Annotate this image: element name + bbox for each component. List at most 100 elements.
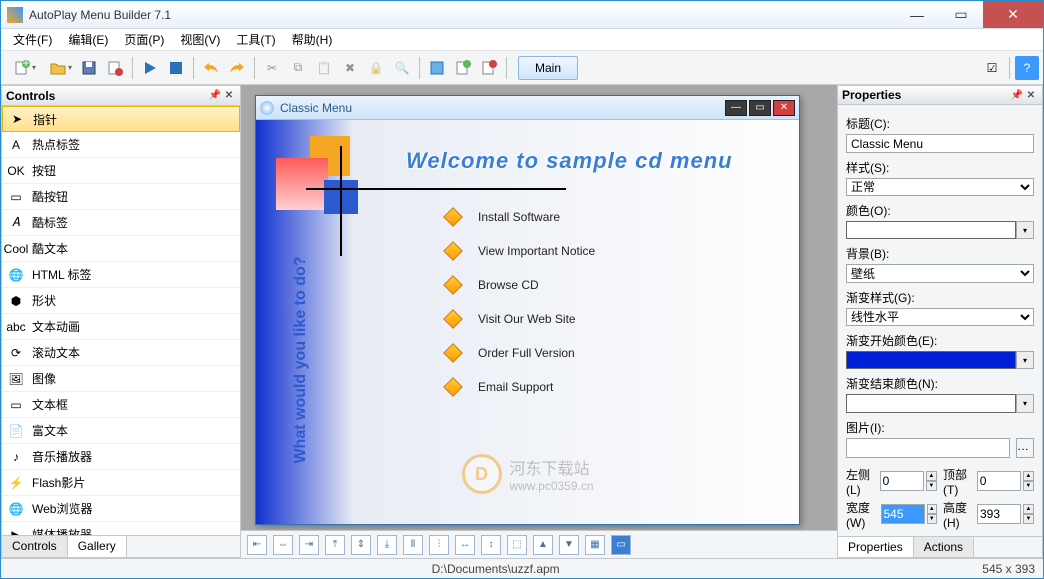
menu-help[interactable]: 帮助(H)	[284, 29, 341, 50]
menu-item-1[interactable]: View Important Notice	[446, 244, 595, 258]
distribute-h-icon[interactable]: ⫴	[403, 535, 423, 555]
canvas-body[interactable]: Welcome to sample cd menu What would you…	[256, 120, 799, 524]
control-item-pointer[interactable]: ➤指针	[2, 106, 240, 132]
spin-width[interactable]: ▲▼	[927, 504, 938, 524]
control-item-textbox[interactable]: ▭文本框	[2, 392, 240, 418]
menu-item-0[interactable]: Install Software	[446, 210, 595, 224]
tab-controls[interactable]: Controls	[2, 536, 68, 557]
save-button[interactable]	[77, 56, 101, 80]
send-back-icon[interactable]: ▼	[559, 535, 579, 555]
align-top-icon[interactable]: ⤒	[325, 535, 345, 555]
close-button[interactable]: ✕	[983, 1, 1043, 28]
pin-icon[interactable]: 📌	[208, 90, 222, 101]
control-item-music[interactable]: ♪音乐播放器	[2, 444, 240, 470]
menu-view[interactable]: 视图(V)	[172, 29, 228, 50]
browse-picture-button[interactable]: …	[1016, 438, 1034, 458]
control-item-richtext[interactable]: 📄富文本	[2, 418, 240, 444]
canvas-window[interactable]: Classic Menu — ▭ ✕ Welcome to sample cd …	[255, 95, 800, 525]
align-right-icon[interactable]: ⇥	[299, 535, 319, 555]
run-button[interactable]	[138, 56, 162, 80]
align-bottom-icon[interactable]: ⤓	[377, 535, 397, 555]
menu-page[interactable]: 页面(P)	[116, 29, 172, 50]
select-background[interactable]: 壁纸	[846, 264, 1034, 282]
menu-item-5[interactable]: Email Support	[446, 380, 595, 394]
control-item-media[interactable]: ▶媒体播放器	[2, 522, 240, 535]
control-item-textanim[interactable]: abc文本动画	[2, 314, 240, 340]
open-button[interactable]	[41, 56, 75, 80]
align-left-icon[interactable]: ⇤	[247, 535, 267, 555]
menu-file[interactable]: 文件(F)	[5, 29, 60, 50]
input-left[interactable]	[880, 471, 924, 491]
canvas-maximize-button[interactable]: ▭	[749, 100, 771, 116]
control-item-button[interactable]: OK按钮	[2, 158, 240, 184]
control-item-shape[interactable]: ⬢形状	[2, 288, 240, 314]
build-button[interactable]	[103, 56, 127, 80]
minimize-button[interactable]: —	[895, 1, 939, 28]
chevron-down-icon[interactable]: ▾	[1016, 351, 1034, 369]
menu-edit[interactable]: 编辑(E)	[60, 29, 116, 50]
page-button[interactable]	[425, 56, 449, 80]
stop-button[interactable]	[164, 56, 188, 80]
control-item-hotlabel[interactable]: A热点标签	[2, 132, 240, 158]
options-button[interactable]: ☑	[980, 56, 1004, 80]
color-picker[interactable]: ▾	[846, 221, 1034, 239]
menu-item-4[interactable]: Order Full Version	[446, 346, 595, 360]
page-tab-main[interactable]: Main	[518, 56, 578, 80]
input-width[interactable]	[881, 504, 925, 524]
redo-button[interactable]	[225, 56, 249, 80]
same-height-icon[interactable]: ↕	[481, 535, 501, 555]
grid-icon[interactable]: ▦	[585, 535, 605, 555]
control-item-flash[interactable]: ⚡Flash影片	[2, 470, 240, 496]
menu-item-3[interactable]: Visit Our Web Site	[446, 312, 595, 326]
design-canvas[interactable]: Classic Menu — ▭ ✕ Welcome to sample cd …	[241, 85, 837, 558]
spin-left[interactable]: ▲▼	[926, 471, 937, 491]
bring-front-icon[interactable]: ▲	[533, 535, 553, 555]
select-gradient-style[interactable]: 线性水平	[846, 308, 1034, 326]
side-text[interactable]: What would you like to do?	[292, 230, 310, 490]
add-page-button[interactable]	[451, 56, 475, 80]
copy-button[interactable]: ⧉	[286, 56, 310, 80]
control-item-coolbutton[interactable]: ▭酷按钮	[2, 184, 240, 210]
remove-page-button[interactable]	[477, 56, 501, 80]
tab-actions[interactable]: Actions	[914, 537, 974, 557]
lock-button[interactable]: 🔒	[364, 56, 388, 80]
panel-close-icon[interactable]: ✕	[1024, 90, 1038, 101]
control-item-image[interactable]: 🖼图像	[2, 366, 240, 392]
gradient-end-picker[interactable]: ▾	[846, 394, 1034, 412]
control-item-web[interactable]: 🌐Web浏览器	[2, 496, 240, 522]
cut-button[interactable]: ✂	[260, 56, 284, 80]
input-top[interactable]	[977, 471, 1021, 491]
paste-button[interactable]: 📋	[312, 56, 336, 80]
input-height[interactable]	[977, 504, 1021, 524]
input-picture[interactable]	[846, 438, 1010, 458]
same-width-icon[interactable]: ↔	[455, 535, 475, 555]
control-item-html[interactable]: 🌐HTML 标签	[2, 262, 240, 288]
align-center-h-icon[interactable]: ⇔	[273, 535, 293, 555]
distribute-v-icon[interactable]: ⫶	[429, 535, 449, 555]
canvas-close-button[interactable]: ✕	[773, 100, 795, 116]
control-item-scrolltext[interactable]: ⟳滚动文本	[2, 340, 240, 366]
welcome-text[interactable]: Welcome to sample cd menu	[406, 148, 733, 174]
input-caption[interactable]	[846, 134, 1034, 152]
help-button[interactable]: ?	[1015, 56, 1039, 80]
preview-icon[interactable]: ▭	[611, 535, 631, 555]
panel-close-icon[interactable]: ✕	[222, 90, 236, 101]
maximize-button[interactable]: ▭	[939, 1, 983, 28]
undo-button[interactable]	[199, 56, 223, 80]
tab-properties[interactable]: Properties	[838, 537, 914, 557]
select-style[interactable]: 正常	[846, 178, 1034, 196]
spin-height[interactable]: ▲▼	[1023, 504, 1034, 524]
chevron-down-icon[interactable]: ▾	[1016, 221, 1034, 239]
spin-top[interactable]: ▲▼	[1023, 471, 1034, 491]
align-center-v-icon[interactable]: ⇕	[351, 535, 371, 555]
gradient-start-picker[interactable]: ▾	[846, 351, 1034, 369]
delete-button[interactable]: ✖	[338, 56, 362, 80]
menu-item-2[interactable]: Browse CD	[446, 278, 595, 292]
same-size-icon[interactable]: ⬚	[507, 535, 527, 555]
canvas-minimize-button[interactable]: —	[725, 100, 747, 116]
pin-icon[interactable]: 📌	[1010, 90, 1024, 101]
control-item-cooltext[interactable]: Cool酷文本	[2, 236, 240, 262]
new-button[interactable]: +	[5, 56, 39, 80]
menu-tools[interactable]: 工具(T)	[228, 29, 283, 50]
control-item-coollabel[interactable]: 𝐴酷标签	[2, 210, 240, 236]
